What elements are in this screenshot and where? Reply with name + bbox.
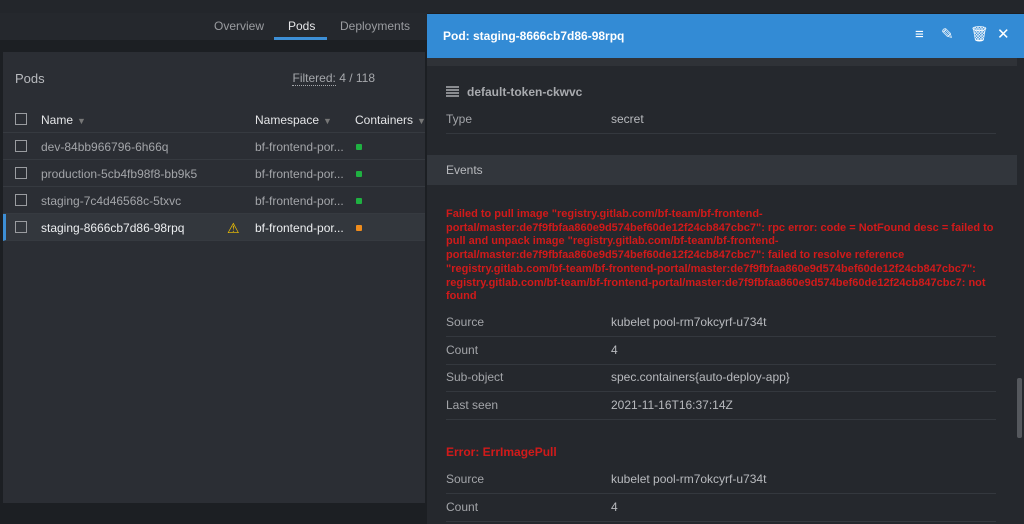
- pod-name[interactable]: production-5cb4fb98f8-bb9k5: [41, 167, 197, 181]
- pod-name[interactable]: staging-8666cb7d86-98rpq: [41, 221, 184, 235]
- detail-key: Last seen: [446, 397, 499, 412]
- event-message: Error: ErrImagePull: [446, 445, 557, 459]
- table-row[interactable]: staging-7c4d46568c-5txvc bf-frontend-por…: [3, 187, 425, 214]
- column-label: Namespace: [255, 113, 320, 127]
- pods-panel: Pods Filtered: 4 / 118 Name ▼ Namespace ▼ …: [3, 52, 426, 503]
- select-all-checkbox[interactable]: [15, 113, 27, 125]
- edit-icon[interactable]: ✎: [941, 26, 954, 44]
- pod-namespace: bf-frontend-por...: [255, 140, 344, 154]
- sort-icon: ▼: [323, 116, 332, 126]
- secret-icon: [446, 86, 459, 97]
- detail-row: Count 4: [446, 337, 996, 365]
- drawer-header: Pod: staging-8666cb7d86-98rpq ≡ ✎ 🗑 ✕: [427, 14, 1024, 58]
- detail-key: Count: [446, 342, 479, 357]
- row-checkbox[interactable]: [15, 221, 27, 233]
- drawer-title: Pod: staging-8666cb7d86-98rpq: [443, 29, 625, 43]
- list-icon[interactable]: ≡: [915, 26, 924, 44]
- pod-namespace: bf-frontend-por...: [255, 167, 344, 181]
- detail-key: Source: [446, 472, 485, 486]
- pod-name[interactable]: staging-7c4d46568c-5txvc: [41, 194, 181, 208]
- container-status-indicator: [356, 171, 362, 177]
- column-namespace[interactable]: Namespace ▼: [255, 113, 332, 127]
- close-icon[interactable]: ✕: [997, 26, 1010, 44]
- detail-key: Source: [446, 315, 485, 329]
- tab-deployments[interactable]: Deployments: [340, 19, 410, 33]
- delete-icon[interactable]: 🗑: [970, 26, 989, 44]
- column-name[interactable]: Name ▼: [41, 113, 86, 127]
- events-header: Events: [427, 155, 1017, 185]
- table-row[interactable]: staging-8666cb7d86-98rpq ⚠ bf-frontend-p…: [3, 214, 425, 241]
- warning-icon: ⚠: [227, 220, 240, 236]
- detail-row: Sub-object spec.containers{auto-deploy-ap…: [446, 364, 996, 393]
- row-checkbox[interactable]: [15, 194, 27, 206]
- detail-value: 4: [611, 499, 618, 514]
- event-message: Failed to pull image "registry.gitlab.co…: [446, 208, 994, 303]
- detail-value: kubelet pool-rm7okcyrf-u734t: [611, 315, 767, 329]
- table-row[interactable]: dev-84bb966796-6h66q bf-frontend-por...: [3, 133, 425, 160]
- container-status-indicator: [356, 225, 362, 231]
- row-checkbox[interactable]: [15, 140, 27, 152]
- top-bar: [0, 0, 1024, 13]
- detail-row: Last seen 2021-11-16T16:37:14Z: [446, 392, 996, 420]
- detail-value: secret: [611, 112, 644, 126]
- detail-key: Sub-object: [446, 370, 504, 385]
- detail-value: kubelet pool-rm7okcyrf-u734t: [611, 472, 767, 486]
- filtered-value: 4 / 118: [339, 71, 375, 85]
- container-status-indicator: [356, 144, 362, 150]
- detail-row: Count 4: [446, 494, 996, 522]
- detail-row: Type secret: [446, 106, 996, 134]
- detail-value: spec.containers{auto-deploy-app}: [611, 370, 790, 385]
- column-label: Name: [41, 113, 74, 127]
- filtered-label: Filtered:: [292, 71, 336, 86]
- sort-icon: ▼: [417, 116, 426, 126]
- column-label: Containers: [355, 113, 414, 127]
- container-status-indicator: [356, 198, 362, 204]
- detail-value: 2021-11-16T16:37:14Z: [611, 397, 733, 412]
- tab-overview[interactable]: Overview: [214, 19, 264, 33]
- tab-bar: Overview Pods Deployments: [0, 13, 427, 40]
- row-checkbox[interactable]: [15, 167, 27, 179]
- pod-namespace: bf-frontend-por...: [255, 194, 344, 208]
- panel-title: Pods: [15, 71, 45, 86]
- filtered-count: Filtered: 4 / 118: [292, 71, 375, 86]
- secret-heading: default-token-ckwvc: [446, 85, 582, 99]
- table-row[interactable]: production-5cb4fb98f8-bb9k5 bf-frontend-…: [3, 160, 425, 187]
- pod-name[interactable]: dev-84bb966796-6h66q: [41, 140, 168, 154]
- divider: [427, 58, 1017, 66]
- detail-row: Source kubelet pool-rm7okcyrf-u734t: [446, 309, 996, 337]
- scrollbar[interactable]: [1017, 378, 1022, 438]
- sort-icon: ▼: [77, 116, 86, 126]
- pod-details-drawer: Pod: staging-8666cb7d86-98rpq ≡ ✎ 🗑 ✕ de…: [427, 14, 1024, 524]
- tab-pods[interactable]: Pods: [288, 19, 315, 33]
- table-header: Name ▼ Namespace ▼ Containers ▼: [3, 106, 426, 133]
- detail-key: Count: [446, 499, 479, 514]
- detail-row: Source kubelet pool-rm7okcyrf-u734t: [446, 466, 996, 494]
- pod-namespace: bf-frontend-por...: [255, 221, 344, 235]
- detail-value: 4: [611, 342, 618, 357]
- column-containers[interactable]: Containers ▼: [355, 113, 426, 127]
- detail-key: Type: [446, 112, 473, 126]
- active-tab-indicator: [274, 37, 327, 40]
- secret-name: default-token-ckwvc: [467, 85, 583, 99]
